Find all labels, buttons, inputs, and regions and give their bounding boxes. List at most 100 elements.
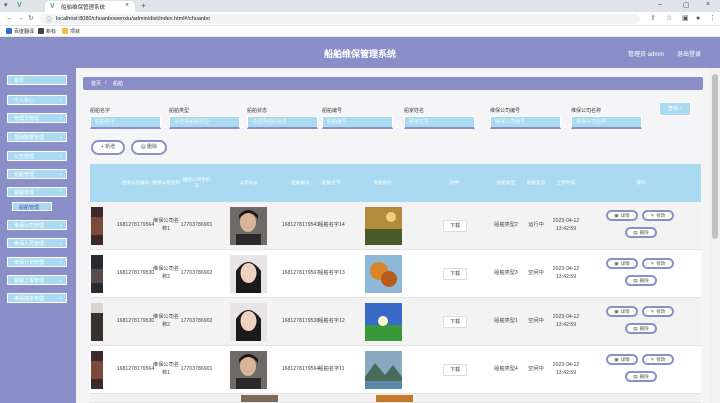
download-button[interactable]: 下载 <box>443 316 467 328</box>
sidebar-item-ships-a[interactable]: 船舶管理 ⌄ <box>7 169 67 179</box>
browser-tab-active[interactable]: V 船舶维保管理系统 × <box>45 1 135 12</box>
sidebar-item-notices[interactable]: 公告管理 ⌄ <box>7 151 67 161</box>
url-field[interactable]: ⓘ localhost:8080/chuanbowenxiu/admin/dis… <box>40 14 640 24</box>
detail-button[interactable]: ▣ 详情 <box>606 210 638 221</box>
ship-no-input[interactable] <box>322 116 393 129</box>
ship-status-select[interactable] <box>247 116 318 129</box>
filter-label-ship-no: 船舶编号 <box>322 108 343 114</box>
chevron-down-icon: ⌄ <box>58 259 63 265</box>
star-icon[interactable]: ☆ <box>666 15 672 23</box>
cell-status: 空闲中 <box>528 318 544 325</box>
close-window-icon[interactable]: × <box>706 1 710 8</box>
cell-phone: 17703786902 <box>180 318 213 325</box>
delete-row-button[interactable]: ▤ 删除 <box>625 227 657 238</box>
sidebar-item-home[interactable]: 首页 <box>7 75 67 85</box>
add-button[interactable]: + 新增 <box>91 140 125 155</box>
cell-logo <box>212 202 285 250</box>
bookmark-item[interactable]: 新标 <box>38 28 56 35</box>
table-row[interactable]: 1681278179564 维保公司名称1 17703786901 168127… <box>90 346 701 394</box>
maximize-icon[interactable]: ▢ <box>683 1 690 9</box>
filter-label-ship-type: 船舶类型 <box>169 108 190 114</box>
cell-ship-photo <box>347 202 419 250</box>
th-logo[interactable]: 公司logo <box>212 164 285 202</box>
edit-button[interactable]: ✎ 修改 <box>642 306 674 317</box>
th-ship-name[interactable]: 船舶名字 <box>316 164 347 202</box>
reload-icon[interactable]: ↻ <box>28 15 34 23</box>
th-company-name[interactable]: 维保公司名称 <box>151 164 181 202</box>
row-thumb-partial <box>90 202 104 250</box>
chevron-down-icon: ⌄ <box>58 222 63 228</box>
company-name-input[interactable] <box>571 116 642 129</box>
ship-photo-image <box>364 303 402 341</box>
sidebar-subitem-ships[interactable]: 船舶管理 <box>12 202 52 211</box>
sidebar-item-admins[interactable]: 管理员管理 ⌄ <box>7 113 67 123</box>
trash-icon: ▤ <box>633 278 638 283</box>
delete-row-button[interactable]: ▤ 删除 <box>625 275 657 286</box>
th-ship-photo[interactable]: 船舶照片 <box>347 164 419 202</box>
th-attachment[interactable]: 附件 <box>419 164 491 202</box>
owner-name-input[interactable] <box>404 116 475 129</box>
delete-row-button[interactable]: ▤ 删除 <box>625 323 657 334</box>
delete-button[interactable]: ▤ 删除 <box>131 140 167 155</box>
menu-icon[interactable]: ⋮ <box>709 15 716 23</box>
sidebar-item-plans[interactable]: 维保计划管理 ⌄ <box>7 257 67 267</box>
ship-type-select[interactable] <box>169 116 240 129</box>
detail-button[interactable]: ▣ 详情 <box>606 354 638 365</box>
close-tab-icon[interactable]: × <box>125 2 129 9</box>
cell-company-name: 维保公司名称1 <box>153 362 179 376</box>
ship-photo-image <box>364 351 402 389</box>
table-row[interactable]: 1681278179530 维保公司名称2 17703786902 168127… <box>90 250 701 298</box>
edit-button[interactable]: ✎ 修改 <box>642 210 674 221</box>
sidebar-item-reports[interactable]: 船舶上报管理 ⌄ <box>7 275 67 285</box>
sidebar-item-ships-b[interactable]: 船舶管理 ⌃ <box>7 187 67 197</box>
cell-ship-type: 船舶类型4 <box>494 366 518 373</box>
th-ship-type[interactable]: 船舶类型 <box>491 164 521 202</box>
minimize-icon[interactable]: – <box>658 1 662 8</box>
sidebar-item-profile[interactable]: 个人中心 ⌄ <box>7 95 67 105</box>
share-icon[interactable]: ⇪ <box>650 15 656 23</box>
cell-upload-time: 2023-04-12 13:42:59 <box>552 314 580 328</box>
th-ship-status[interactable]: 船舶状态 <box>521 164 551 202</box>
sidebar-item-staff[interactable]: 维保人员管理 ⌄ <box>7 238 67 248</box>
delete-row-button[interactable]: ▤ 删除 <box>625 371 657 382</box>
download-button[interactable]: 下载 <box>443 364 467 376</box>
sidebar-item-basic-data[interactable]: 基础数据管理 ⌄ <box>7 132 67 142</box>
back-icon[interactable]: ← <box>6 15 13 23</box>
company-no-input[interactable] <box>490 116 561 129</box>
profile-icon[interactable]: ● <box>696 15 700 23</box>
extensions-icon[interactable]: ▣ <box>682 15 689 23</box>
edit-icon: ✎ <box>650 261 655 266</box>
bookmark-item[interactable]: 百度翻译 <box>6 28 34 35</box>
sidebar-item-costs[interactable]: 维保成本管理 ⌄ <box>7 293 67 303</box>
tab-search-icon[interactable]: ▾ <box>4 2 13 10</box>
logout-link[interactable]: 退出登录 <box>677 49 701 58</box>
edit-button[interactable]: ✎ 修改 <box>642 354 674 365</box>
scrollbar-thumb[interactable] <box>712 74 718 239</box>
sidebar-item-companies[interactable]: 维保公司管理 ⌄ <box>7 220 67 230</box>
bookmark-item[interactable]: 项目 <box>62 28 80 35</box>
th-company-no[interactable]: 维保公司编号 <box>120 164 151 202</box>
search-button[interactable]: 查询 ⌕ <box>659 102 691 116</box>
ship-name-input[interactable] <box>90 116 161 129</box>
row-thumb-partial <box>90 346 104 394</box>
page-scrollbar[interactable] <box>710 68 720 403</box>
th-ship-no[interactable]: 船舶编号 <box>285 164 316 202</box>
forward-icon[interactable]: → <box>17 15 24 23</box>
detail-button[interactable]: ▣ 详情 <box>606 306 638 317</box>
download-button[interactable]: 下载 <box>443 268 467 280</box>
download-button[interactable]: 下载 <box>443 220 467 232</box>
cell-ship-no: 1681278179567 <box>281 270 320 277</box>
cell-company-name: 维保公司名称1 <box>153 218 179 232</box>
table-row[interactable]: 1681278179564 维保公司名称1 17703786901 168127… <box>90 202 701 250</box>
table-row[interactable] <box>90 394 701 403</box>
table-row[interactable]: 1681278179530 维保公司名称2 17703786902 168127… <box>90 298 701 346</box>
vue-tab-icon[interactable]: V <box>17 2 25 10</box>
new-tab-icon[interactable]: + <box>141 1 146 10</box>
th-upload-time[interactable]: 上传时间 <box>551 164 581 202</box>
detail-icon: ▣ <box>614 261 619 266</box>
detail-button[interactable]: ▣ 详情 <box>606 258 638 269</box>
breadcrumb-home[interactable]: 首页 <box>91 80 101 87</box>
logo-male-image <box>230 207 267 245</box>
edit-button[interactable]: ✎ 修改 <box>642 258 674 269</box>
th-phone[interactable]: 维保公司手机号 <box>181 164 212 202</box>
